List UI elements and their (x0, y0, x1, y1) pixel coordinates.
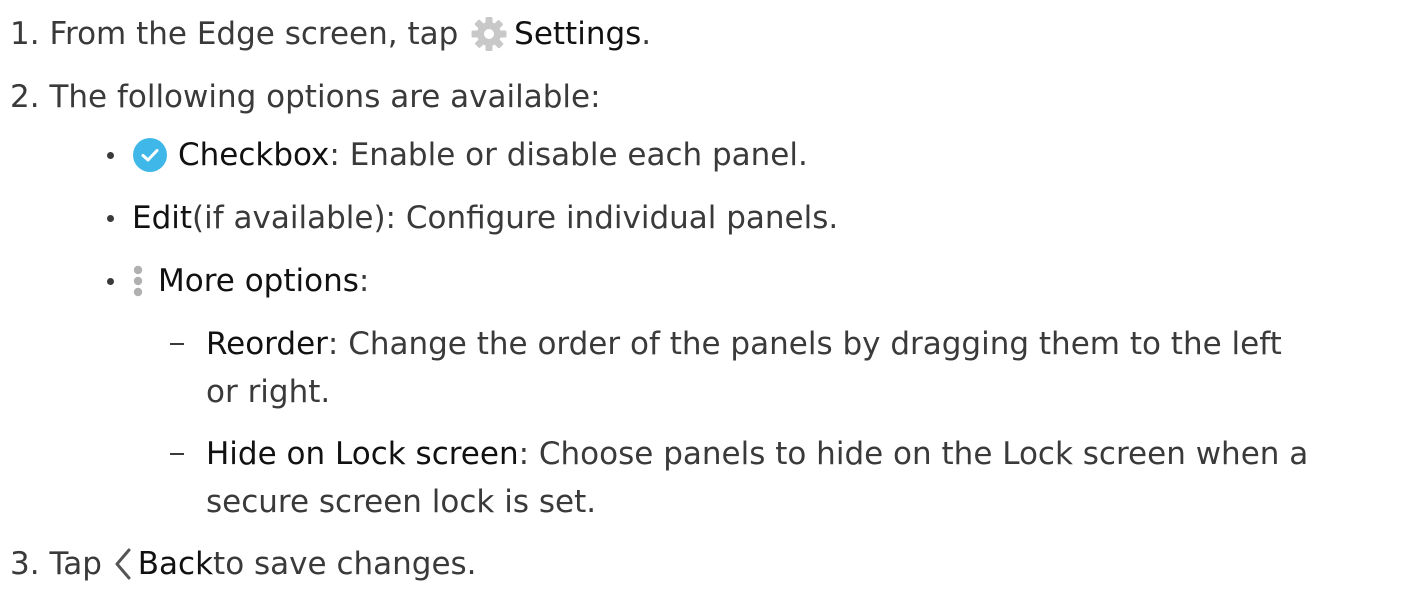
step-number: 1. (10, 16, 40, 52)
more-options-icon (132, 263, 144, 299)
option-desc: : Enable or disable each panel. (329, 137, 808, 173)
suboption-desc-cont: or right. (206, 374, 331, 410)
hide-lock-term: Hide on Lock screen (206, 436, 519, 472)
step-text-end: . (641, 16, 652, 52)
edit-term: Edit (132, 200, 193, 236)
step-text: From the Edge screen, tap (49, 16, 459, 52)
dash (170, 453, 184, 455)
step-2: 2. The following options are available: (10, 77, 601, 117)
suboption-desc: : Choose panels to hide on the Lock scre… (518, 436, 1309, 472)
suboption-hide-lock: Hide on Lock screen: Choose panels to hi… (170, 434, 1308, 474)
suboption-reorder-cont: or right. (206, 372, 330, 412)
gear-icon (468, 14, 510, 54)
suboption-desc: : Change the order of the panels by drag… (327, 326, 1282, 362)
back-chevron-icon (112, 546, 134, 582)
option-edit: Edit (if available): Configure individua… (107, 198, 838, 238)
back-term: Back (137, 546, 214, 582)
option-desc: : (358, 263, 370, 299)
step-text: The following options are available: (49, 79, 601, 115)
reorder-term: Reorder (206, 326, 328, 362)
option-checkbox: Checkbox: Enable or disable each panel. (107, 135, 808, 175)
suboption-hide-lock-cont: secure screen lock is set. (206, 482, 596, 522)
option-desc: (if available): Configure individual pan… (192, 200, 839, 236)
step-3: 3. Tap Back to save changes. (10, 544, 477, 584)
more-options-term: More options (158, 263, 359, 299)
step-number: 2. (10, 79, 40, 115)
step-1: 1. From the Edge screen, tap Settings. (10, 14, 651, 54)
checkbox-term: Checkbox (178, 137, 330, 173)
suboption-desc-cont: secure screen lock is set. (206, 484, 597, 520)
step-text: Tap (49, 546, 102, 582)
check-circle-icon (132, 137, 168, 173)
bullet (107, 151, 114, 159)
bullet (107, 214, 114, 222)
settings-term: Settings (514, 16, 642, 52)
bullet (107, 277, 114, 285)
suboption-reorder: Reorder: Change the order of the panels … (170, 324, 1282, 364)
step-number: 3. (10, 546, 40, 582)
option-more-options: More options: (107, 261, 369, 301)
dash (170, 343, 184, 345)
step-text-end: to save changes. (213, 546, 477, 582)
